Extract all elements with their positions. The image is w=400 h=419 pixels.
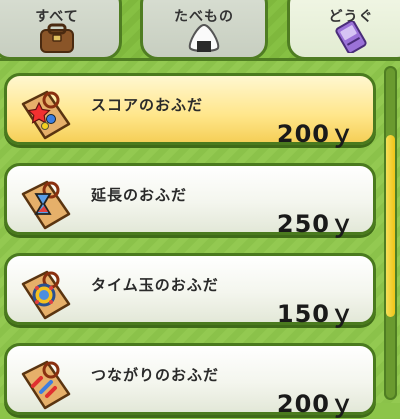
list-item[interactable]: 延長のおふだ 250ｙ	[4, 163, 376, 238]
list-item[interactable]: タイム玉のおふだ 150ｙ	[4, 253, 376, 328]
tab-tools[interactable]: どうぐ	[287, 0, 400, 60]
item-name: タイム玉のおふだ	[91, 276, 219, 294]
item-list: スコアのおふだ 200ｙ 延長のおふだ 250ｙ タイム玉のおふだ 150ｙ つ…	[0, 58, 400, 418]
bag-icon	[40, 23, 74, 53]
tab-all[interactable]: すべて	[0, 0, 122, 60]
item-price: 200ｙ	[276, 390, 355, 418]
scrollbar-thumb[interactable]	[386, 135, 395, 317]
tab-food[interactable]: たべもの	[140, 0, 268, 60]
item-price: 150ｙ	[276, 300, 355, 328]
item-name: 延長のおふだ	[91, 186, 188, 204]
item-price: 250ｙ	[276, 210, 355, 238]
tab-bar: すべて たべもの どうぐ	[0, 0, 400, 62]
link-charm-icon	[21, 360, 71, 410]
item-price: 200ｙ	[276, 120, 355, 148]
extend-charm-icon	[21, 180, 71, 230]
ticket-icon	[335, 21, 367, 53]
item-name: つながりのおふだ	[91, 366, 220, 384]
score-charm-icon	[21, 90, 71, 140]
onigiri-icon	[188, 23, 220, 52]
time-orb-charm-icon	[21, 270, 71, 320]
list-item[interactable]: つながりのおふだ 200ｙ	[4, 343, 376, 418]
scrollbar[interactable]	[384, 66, 397, 400]
item-name: スコアのおふだ	[91, 96, 204, 114]
list-item[interactable]: スコアのおふだ 200ｙ	[4, 73, 376, 148]
